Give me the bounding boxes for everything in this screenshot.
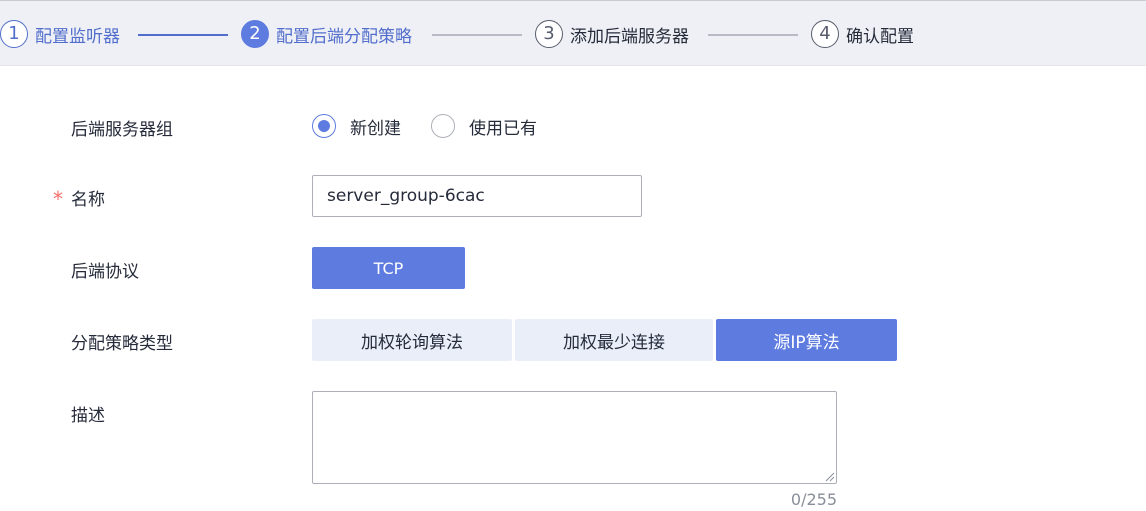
radio-create-new[interactable]: 新创建 xyxy=(312,114,401,139)
step-label: 添加后端服务器 xyxy=(570,26,689,47)
name-label: 名称 xyxy=(71,190,105,210)
radio-circle xyxy=(312,114,336,138)
algorithm-source-ip[interactable]: 源IP算法 xyxy=(716,319,897,361)
step-label: 配置后端分配策略 xyxy=(276,26,412,47)
radio-use-existing[interactable]: 使用已有 xyxy=(431,114,537,139)
resize-grip-icon[interactable] xyxy=(824,471,835,482)
step-label: 配置监听器 xyxy=(35,26,120,47)
step-number: 3 xyxy=(535,20,563,48)
step-connector xyxy=(138,34,228,36)
required-marker: * xyxy=(53,187,63,211)
character-counter: 0/255 xyxy=(790,490,837,509)
radio-label: 新创建 xyxy=(350,118,401,139)
step-confirm-config: 4 确认配置 xyxy=(811,19,914,49)
description-textarea[interactable] xyxy=(312,391,837,484)
step-number: 2 xyxy=(241,20,269,48)
protocol-label: 后端协议 xyxy=(71,262,139,282)
wizard-steps: 1 配置监听器 2 配置后端分配策略 3 添加后端服务器 4 确认配置 xyxy=(0,0,1146,66)
algorithm-weighted-round-robin[interactable]: 加权轮询算法 xyxy=(312,319,512,361)
name-input[interactable] xyxy=(312,175,642,217)
step-configure-listener[interactable]: 1 配置监听器 xyxy=(0,19,120,49)
step-add-backend-servers: 3 添加后端服务器 xyxy=(535,19,689,49)
step-label: 确认配置 xyxy=(846,26,914,47)
radio-label: 使用已有 xyxy=(469,118,537,139)
protocol-tcp-button[interactable]: TCP xyxy=(312,247,465,289)
step-number: 4 xyxy=(811,20,839,48)
step-connector xyxy=(432,34,522,36)
algorithm-weighted-least-connections[interactable]: 加权最少连接 xyxy=(515,319,713,361)
description-label: 描述 xyxy=(71,406,105,426)
step-number: 1 xyxy=(0,20,28,48)
server-group-radio-group: 新创建 使用已有 xyxy=(312,112,537,140)
create-backend-policy-page: 1 配置监听器 2 配置后端分配策略 3 添加后端服务器 4 确认配置 后端服务… xyxy=(0,0,1146,511)
step-connector xyxy=(708,34,798,36)
algorithm-label: 分配策略类型 xyxy=(71,334,173,354)
server-group-label: 后端服务器组 xyxy=(71,120,173,140)
step-configure-backend-policy: 2 配置后端分配策略 xyxy=(241,19,412,49)
radio-circle xyxy=(431,114,455,138)
